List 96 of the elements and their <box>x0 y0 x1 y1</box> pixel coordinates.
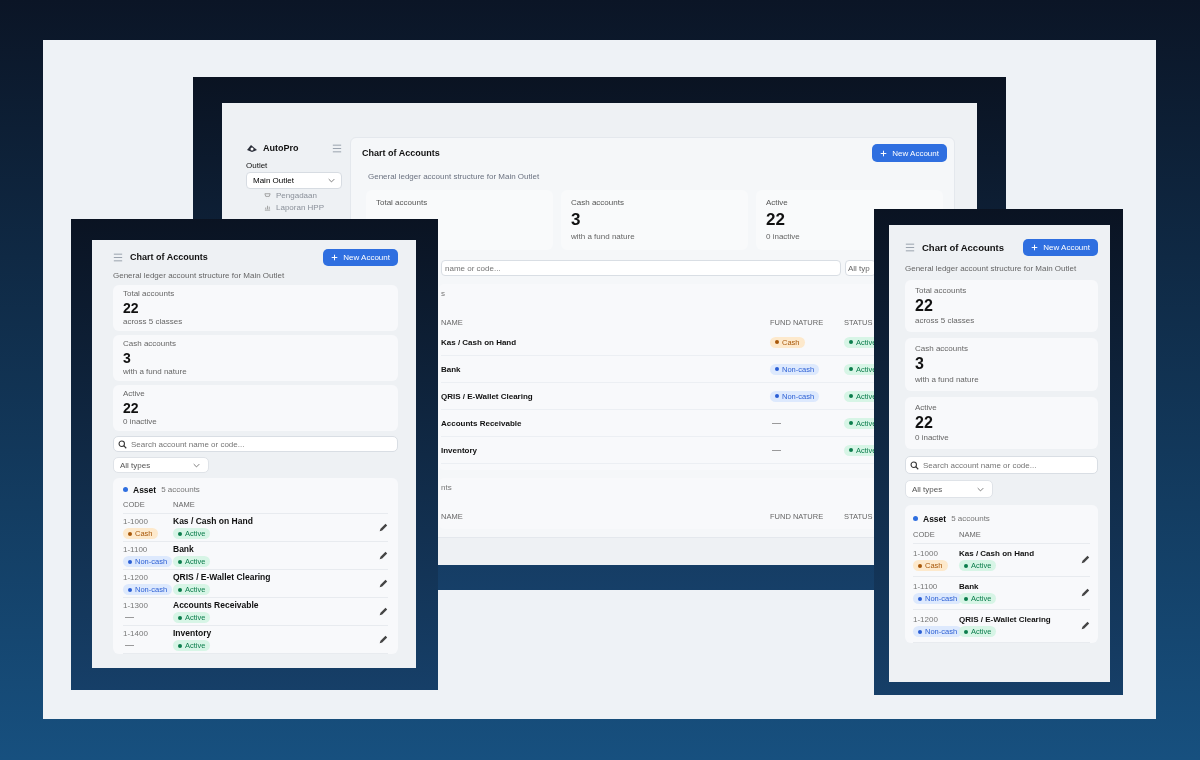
pencil-icon[interactable] <box>378 550 388 561</box>
empty-dash: — <box>771 417 782 429</box>
stat-value: 22 <box>915 297 934 316</box>
account-name: Bank <box>173 544 195 555</box>
stat-label: Active <box>123 389 146 400</box>
group-count: 5 accounts <box>161 485 200 495</box>
stat-note: across 5 classes <box>915 316 976 327</box>
logo-icon <box>246 143 258 153</box>
stat-value: 3 <box>123 350 132 367</box>
empty-dash: — <box>124 612 135 624</box>
stat-note: 0 inactive <box>766 232 801 241</box>
chart-icon <box>264 204 271 211</box>
account-name: Accounts Receivable <box>441 418 523 428</box>
page-subtitle: General ledger account structure for Main Outlet <box>368 172 541 181</box>
page-subtitle: General ledger account structure for Main Outlet <box>113 271 286 281</box>
pencil-icon[interactable] <box>378 522 388 533</box>
search-field[interactable]: Search account name or code... <box>113 436 398 453</box>
outlet-select[interactable]: Main Outlet <box>246 172 342 189</box>
account-name: Kas / Cash on Hand <box>959 549 1036 559</box>
nav-item[interactable]: Laporan HPP <box>276 203 325 212</box>
account-name: Inventory <box>441 445 478 455</box>
group-name: Asset <box>923 513 947 524</box>
stat-label: Cash accounts <box>571 198 625 207</box>
stat-note: across 5 classes <box>123 317 184 328</box>
chevron-icon <box>328 178 335 183</box>
pencil-icon[interactable] <box>1080 621 1090 632</box>
group-count: nts <box>441 483 452 493</box>
account-name: QRIS / E-Wallet Clearing <box>959 615 1052 625</box>
group-count: 5 accounts <box>951 514 990 524</box>
stat-value: 3 <box>915 355 925 374</box>
type-filter[interactable]: All types <box>113 457 209 474</box>
group-name: Asset <box>133 484 157 495</box>
account-name: QRIS / E-Wallet Clearing <box>173 572 272 583</box>
account-name: Inventory <box>173 628 213 639</box>
new-account-button[interactable]: New Account <box>323 248 398 266</box>
stat-value: 22 <box>915 413 934 433</box>
group-dot <box>913 516 918 522</box>
account-code: 1-1300 <box>123 600 149 610</box>
account-code: 1-1100 <box>123 544 149 554</box>
search-field[interactable]: name or code... <box>441 260 841 276</box>
account-name: Bank <box>441 364 462 374</box>
stat-value: 22 <box>123 400 140 417</box>
group-count: s <box>441 289 445 299</box>
stat-label: Total accounts <box>915 286 968 296</box>
type-filter[interactable]: All typ <box>845 260 876 276</box>
search-icon <box>910 460 919 470</box>
type-filter[interactable]: All types <box>905 480 993 499</box>
account-code: 1-1400 <box>123 628 149 638</box>
brand-name: AutoPro <box>263 143 300 153</box>
account-code: 1-1200 <box>123 572 149 582</box>
stat-value: 3 <box>571 210 582 230</box>
pencil-icon[interactable] <box>1080 588 1090 599</box>
pencil-icon[interactable] <box>1080 555 1090 566</box>
account-name: Kas / Cash on Hand <box>441 337 518 347</box>
plus-icon <box>331 253 339 261</box>
plus-icon <box>880 149 888 157</box>
search-field[interactable]: Search account name or code... <box>905 456 1098 475</box>
account-code: 1-1000 <box>123 516 149 526</box>
account-code: 1-1100 <box>913 582 939 592</box>
stat-label: Cash accounts <box>915 344 969 355</box>
search-icon <box>118 439 127 449</box>
page-title: Chart of Accounts <box>362 148 440 158</box>
page-title: Chart of Accounts <box>922 241 1005 253</box>
account-name: Kas / Cash on Hand <box>173 516 254 527</box>
account-code: 1-1200 <box>913 615 939 625</box>
pencil-icon[interactable] <box>378 634 388 645</box>
empty-dash: — <box>124 640 135 652</box>
group-dot <box>123 487 128 493</box>
new-account-button[interactable]: New Account <box>872 144 947 162</box>
pencil-icon[interactable] <box>378 606 388 617</box>
stat-note: with a fund nature <box>915 374 980 385</box>
account-code: 1-1000 <box>913 549 939 559</box>
stat-note: 0 inactive <box>123 417 158 428</box>
new-account-button[interactable]: New Account <box>1023 238 1098 256</box>
chevron-icon <box>193 462 200 468</box>
stat-value: 22 <box>123 300 140 317</box>
page-title: Chart of Accounts <box>130 252 209 262</box>
plus-icon <box>1031 243 1039 251</box>
nav-item[interactable]: Pengadaan <box>276 191 317 200</box>
account-name: Bank <box>959 582 980 592</box>
chevron-icon <box>977 486 984 492</box>
stat-label: Active <box>766 198 789 207</box>
stat-note: 0 inactive <box>915 433 950 444</box>
outlet-label: Outlet <box>246 161 269 170</box>
pencil-icon[interactable] <box>378 578 388 589</box>
account-name: QRIS / E-Wallet Clearing <box>441 391 534 401</box>
stat-label: Active <box>915 402 938 413</box>
stat-label: Total accounts <box>123 289 176 299</box>
account-name: Accounts Receivable <box>173 600 260 611</box>
stat-label: Total accounts <box>376 198 429 207</box>
stat-note: with a fund nature <box>123 367 188 378</box>
stat-label: Cash accounts <box>123 339 177 350</box>
page-subtitle: General ledger account structure for Main Outlet <box>905 264 1078 274</box>
empty-dash: — <box>771 444 782 456</box>
stat-value: 22 <box>766 210 786 230</box>
stat-note: with a fund nature <box>571 232 636 241</box>
